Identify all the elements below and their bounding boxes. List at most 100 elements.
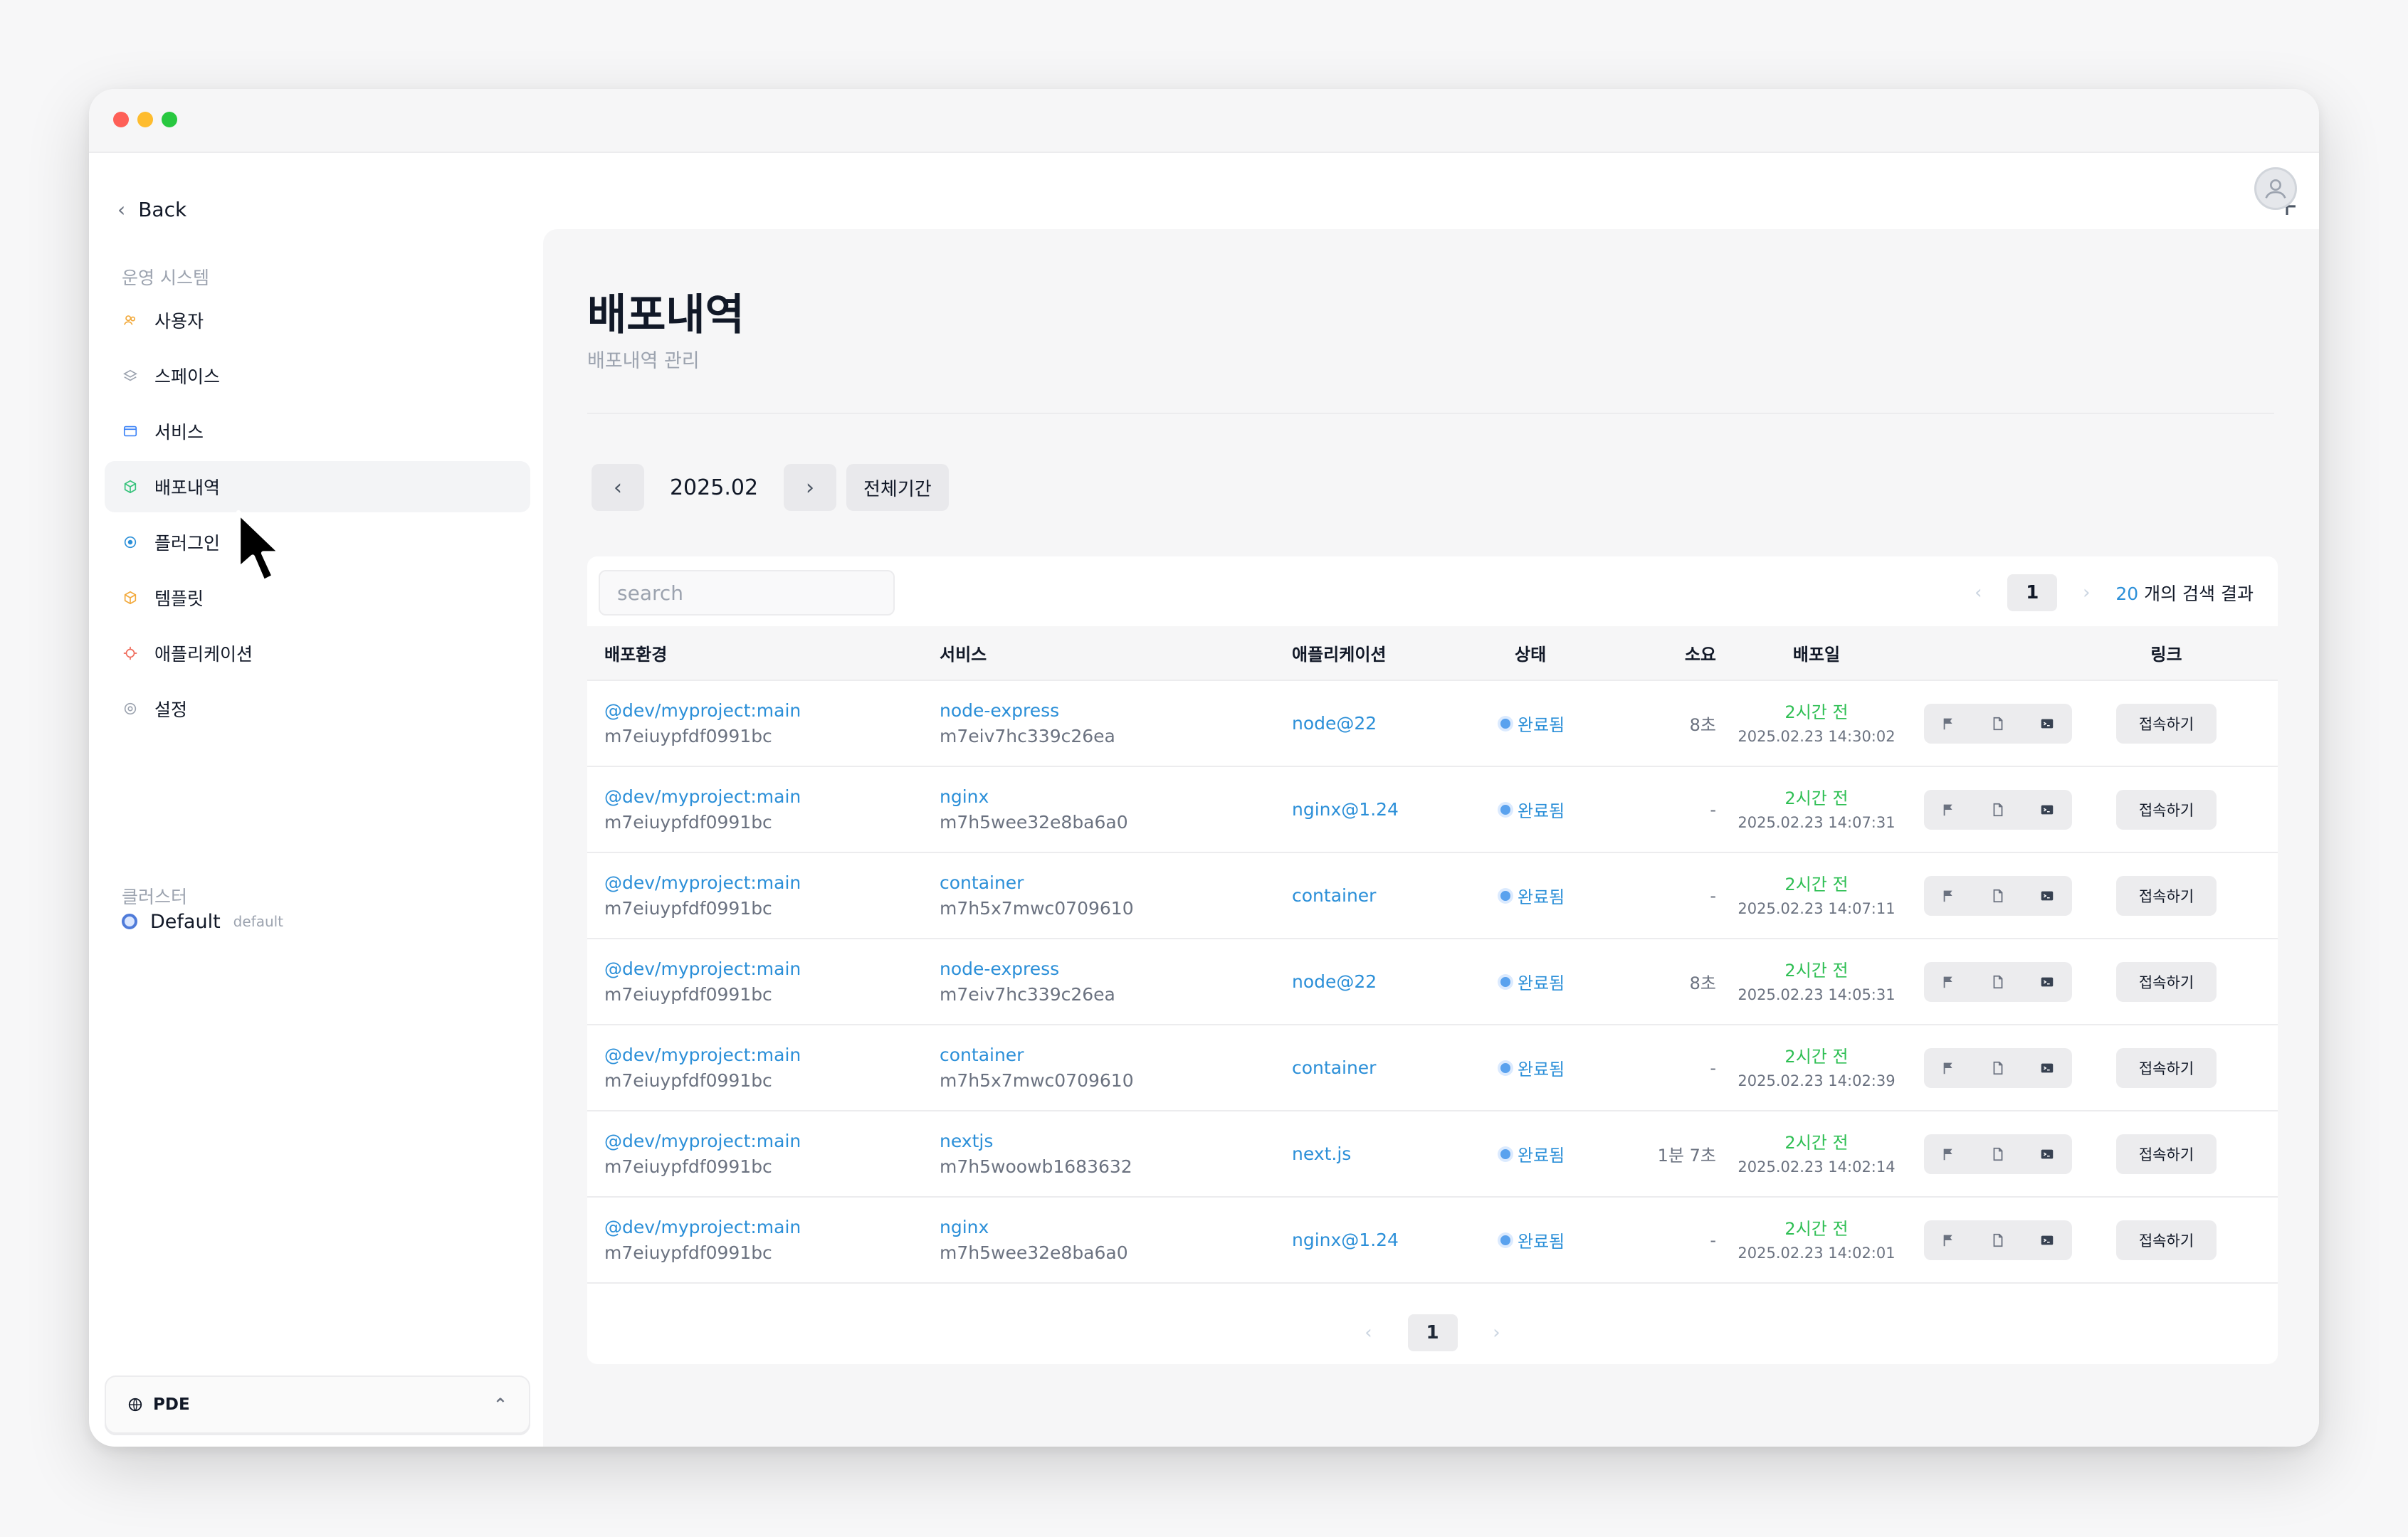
flag-icon[interactable] [1940,973,1958,991]
connect-button[interactable]: 접속하기 [2115,1134,2217,1174]
table-row[interactable]: @dev/myproject:main m7eiuypfdf0991bc con… [587,1025,2278,1111]
terminal-icon[interactable] [2038,714,2056,733]
connect-button[interactable]: 접속하기 [2115,789,2217,830]
workspace-switcher[interactable]: PDE ⌃ [105,1375,530,1434]
service-id: m7h5woowb1683632 [940,1156,1132,1177]
flag-icon[interactable] [1940,1231,1958,1250]
app-link[interactable]: nginx@1.24 [1292,799,1399,820]
flag-icon[interactable] [1940,1145,1958,1163]
env-id: m7eiuypfdf0991bc [604,1156,772,1177]
service-link[interactable]: node-express [940,956,1292,982]
next-page-button[interactable]: › [1486,1322,1508,1343]
prev-month-button[interactable]: ‹ [592,464,644,511]
env-link[interactable]: @dev/myproject:main [604,784,940,810]
minimize-window-button[interactable] [137,112,153,127]
cell-service: node-express m7eiv7hc339c26ea [940,680,1292,767]
file-icon[interactable] [1989,1231,2007,1250]
all-period-button[interactable]: 전체기간 [846,464,949,511]
connect-button[interactable]: 접속하기 [2115,961,2217,1002]
service-link[interactable]: container [940,870,1292,896]
file-icon[interactable] [1989,1145,2007,1163]
file-icon[interactable] [1989,1059,2007,1077]
col-header-link[interactable]: 링크 [2073,626,2278,681]
table-row[interactable]: @dev/myproject:main m7eiuypfdf0991bc nex… [587,1111,2278,1198]
file-icon[interactable] [1989,801,2007,819]
app-link[interactable]: container [1292,885,1376,906]
sidebar-item-plugins[interactable]: 플러그인 [105,517,530,568]
terminal-icon[interactable] [2038,1145,2056,1163]
next-page-button[interactable]: › [2076,582,2097,603]
app-link[interactable]: node@22 [1292,971,1377,992]
status-badge: 완료됨 [1493,797,1565,822]
env-link[interactable]: @dev/myproject:main [604,1042,940,1068]
sidebar-item-services[interactable]: 서비스 [105,406,530,457]
table-row[interactable]: @dev/myproject:main m7eiuypfdf0991bc ngi… [587,1197,2278,1284]
terminal-icon[interactable] [2038,973,2056,991]
page-number[interactable]: 1 [1407,1314,1458,1351]
col-header-status[interactable]: 상태 [1493,626,1645,681]
sidebar-item-settings[interactable]: 설정 [105,683,530,734]
prev-page-button[interactable]: ‹ [1967,582,1989,603]
cell-actions [1896,852,2073,939]
flag-icon[interactable] [1940,887,1958,905]
env-link[interactable]: @dev/myproject:main [604,698,940,724]
flag-icon[interactable] [1940,714,1958,733]
env-link[interactable]: @dev/myproject:main [604,1129,940,1154]
terminal-icon[interactable] [2038,801,2056,819]
prev-page-button[interactable]: ‹ [1358,1322,1379,1343]
flag-icon[interactable] [1940,1059,1958,1077]
sidebar-item-templates[interactable]: 템플릿 [105,572,530,623]
next-month-button[interactable]: › [784,464,836,511]
col-header-duration[interactable]: 소요 [1645,626,1737,681]
duration-value: - [1710,800,1716,820]
search-input[interactable] [599,570,895,616]
connect-button[interactable]: 접속하기 [2115,703,2217,744]
col-header-date[interactable]: 배포일 [1737,626,1896,681]
chevron-right-icon: › [806,475,814,500]
env-link[interactable]: @dev/myproject:main [604,1215,940,1240]
terminal-icon[interactable] [2038,1059,2056,1077]
cluster-item-default[interactable]: Default default [122,900,283,943]
connect-button[interactable]: 접속하기 [2115,1220,2217,1260]
maximize-window-button[interactable] [162,112,177,127]
col-header-app[interactable]: 애플리케이션 [1292,626,1493,681]
terminal-icon[interactable] [2038,887,2056,905]
app-link[interactable]: next.js [1292,1143,1351,1164]
env-link[interactable]: @dev/myproject:main [604,956,940,982]
col-header-env[interactable]: 배포환경 [587,626,940,681]
table-row[interactable]: @dev/myproject:main m7eiuypfdf0991bc ngi… [587,766,2278,853]
service-link[interactable]: container [940,1042,1292,1068]
back-label: Back [138,197,187,221]
connect-button[interactable]: 접속하기 [2115,1047,2217,1088]
cell-date: 2시간 전 2025.02.23 14:02:01 [1737,1197,1896,1284]
sidebar-item-users[interactable]: 사용자 [105,295,530,346]
service-link[interactable]: node-express [940,698,1292,724]
file-icon[interactable] [1989,714,2007,733]
close-window-button[interactable] [113,112,129,127]
app-link[interactable]: node@22 [1292,713,1377,734]
sidebar-item-applications[interactable]: 애플리케이션 [105,628,530,679]
sidebar-item-deployments[interactable]: 배포내역 [105,461,530,512]
table-row[interactable]: @dev/myproject:main m7eiuypfdf0991bc nod… [587,939,2278,1025]
terminal-icon[interactable] [2038,1231,2056,1250]
col-header-service[interactable]: 서비스 [940,626,1292,681]
page-number[interactable]: 1 [2007,574,2058,611]
sidebar-item-spaces[interactable]: 스페이스 [105,350,530,401]
avatar[interactable] [2254,167,2297,210]
service-id: m7h5wee32e8ba6a0 [940,1242,1128,1263]
app-link[interactable]: container [1292,1057,1376,1078]
flag-icon[interactable] [1940,801,1958,819]
env-link[interactable]: @dev/myproject:main [604,870,940,896]
table-row[interactable]: @dev/myproject:main m7eiuypfdf0991bc nod… [587,680,2278,767]
service-link[interactable]: nginx [940,1215,1292,1240]
service-link[interactable]: nextjs [940,1129,1292,1154]
file-icon[interactable] [1989,887,2007,905]
app-link[interactable]: nginx@1.24 [1292,1230,1399,1250]
status-label: 완료됨 [1518,1232,1565,1252]
file-icon[interactable] [1989,973,2007,991]
service-link[interactable]: nginx [940,784,1292,810]
cell-status: 완료됨 [1493,1111,1645,1198]
back-button[interactable]: ‹ Back [117,191,186,227]
connect-button[interactable]: 접속하기 [2115,875,2217,916]
table-row[interactable]: @dev/myproject:main m7eiuypfdf0991bc con… [587,852,2278,939]
